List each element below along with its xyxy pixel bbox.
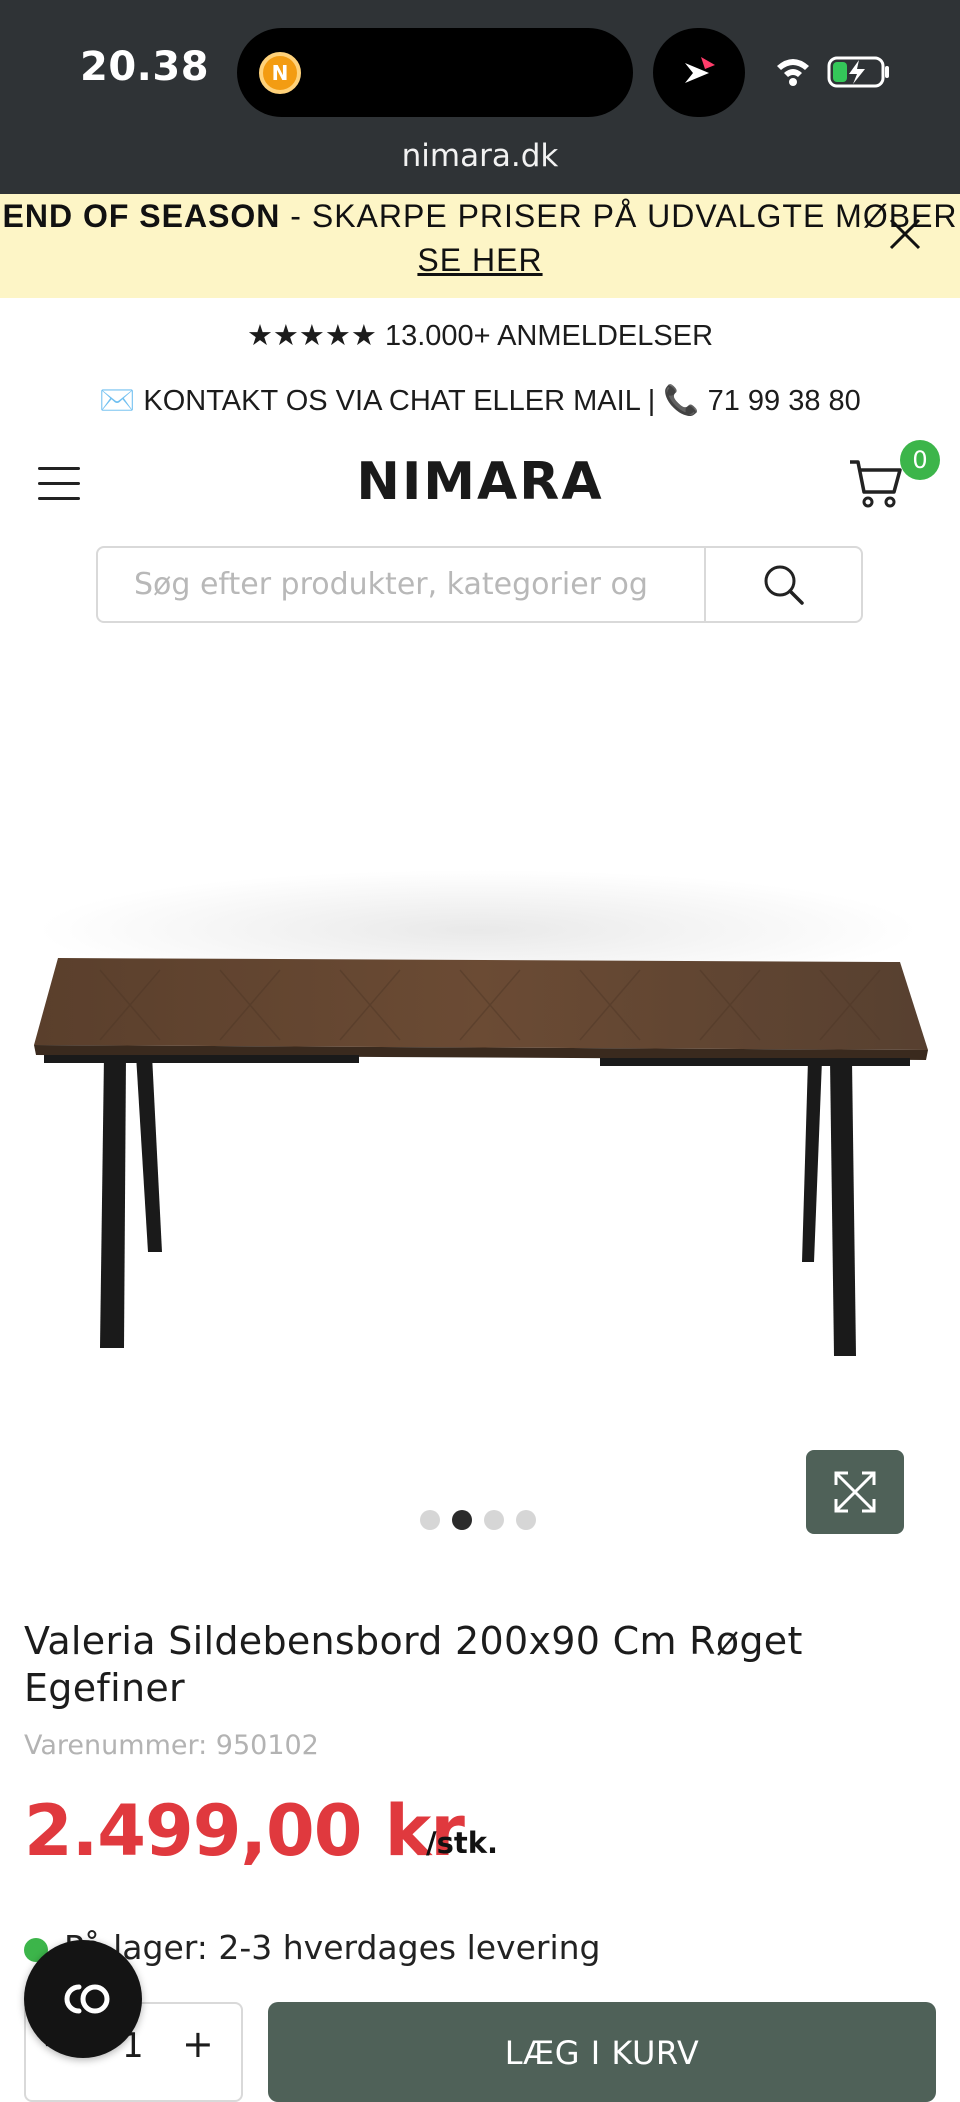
search-input[interactable] — [98, 548, 704, 621]
product-price: 2.499,00 kr — [24, 1790, 465, 1872]
cart-icon[interactable] — [848, 456, 904, 510]
coin-icon: N — [259, 52, 301, 94]
site-logo[interactable]: NIMARA — [0, 452, 960, 512]
contact-line[interactable]: ✉️ KONTAKT OS VIA CHAT ELLER MAIL | 📞 71… — [0, 384, 960, 418]
close-icon[interactable] — [885, 214, 925, 254]
stock-status: På lager: 2-3 hverdages levering — [0, 1928, 960, 1978]
chat-button[interactable] — [24, 1940, 142, 2058]
system-icons — [775, 52, 895, 92]
product-image[interactable] — [0, 640, 960, 1440]
product-title: Valeria Sildebensbord 200x90 Cm Røget Eg… — [24, 1619, 803, 1710]
status-time: 20.38 — [80, 44, 210, 90]
product-sku: Varenummer: 950102 — [24, 1730, 319, 1761]
promo-banner: END OF SEASON - SKARPE PRISER PÅ UDVALGT… — [0, 194, 960, 298]
status-bar: 20.38 N nimara.dk — [0, 0, 960, 194]
wifi-icon — [777, 59, 809, 86]
price-unit: /stk. — [426, 1826, 499, 1860]
carousel-dot-2[interactable] — [452, 1510, 472, 1530]
promo-text: END OF SEASON - SKARPE PRISER PÅ UDVALGT… — [0, 198, 960, 235]
carousel-dot-1[interactable] — [420, 1510, 440, 1530]
expand-icon — [834, 1471, 876, 1513]
cart-count-badge: 0 — [900, 440, 940, 480]
url-bar[interactable]: nimara.dk — [0, 138, 960, 174]
search-button[interactable] — [706, 548, 861, 621]
increase-button[interactable]: + — [182, 2022, 214, 2066]
expand-image-button[interactable] — [806, 1450, 904, 1534]
chat-icon — [64, 1984, 110, 2014]
promo-bold: END OF SEASON — [2, 198, 281, 234]
promo-link[interactable]: SE HER — [0, 242, 960, 279]
carousel-dot-3[interactable] — [484, 1510, 504, 1530]
reviews-line: ★★★★★ 13.000+ ANMELDELSER — [246, 320, 714, 352]
dynamic-island: N — [237, 28, 633, 117]
image-carousel-dots — [420, 1510, 540, 1530]
search-icon — [764, 565, 804, 605]
app-icon — [653, 28, 745, 117]
search-bar — [96, 546, 863, 623]
stock-text: På lager: 2-3 hverdages levering — [64, 1928, 601, 1967]
add-to-cart-button[interactable]: LÆG I KURV — [268, 2002, 936, 2102]
carousel-dot-4[interactable] — [516, 1510, 536, 1530]
battery-icon — [827, 56, 889, 88]
promo-message: - SKARPE PRISER PÅ UDVALGTE MØBER — [280, 198, 958, 234]
